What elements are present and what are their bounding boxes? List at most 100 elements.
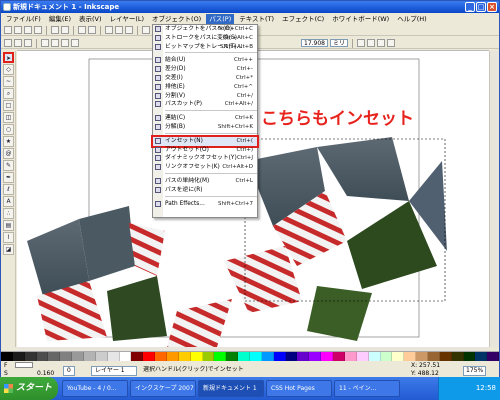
menu-item[interactable]: Path Effects... Shift+Ctrl+7: [153, 200, 257, 209]
star-tool-icon[interactable]: ★: [3, 136, 14, 147]
copy-icon[interactable]: [105, 26, 113, 34]
rotate-ccw-icon[interactable]: [41, 39, 49, 47]
move-pattern-icon[interactable]: [387, 39, 396, 47]
new-icon[interactable]: [4, 26, 12, 34]
scale-corners-icon[interactable]: [367, 39, 376, 47]
rotate-cw-icon[interactable]: [51, 39, 59, 47]
fill-swatch[interactable]: [15, 362, 33, 368]
layer-select[interactable]: レイヤー 1: [91, 366, 137, 376]
cut-icon[interactable]: [115, 26, 123, 34]
menu-4[interactable]: オブジェクト(O): [149, 14, 204, 24]
pencil-tool-icon[interactable]: ✎: [3, 160, 14, 171]
export-icon[interactable]: [61, 26, 69, 34]
palette-swatch[interactable]: [439, 352, 452, 361]
palette-swatch[interactable]: [261, 352, 274, 361]
select-all-icon[interactable]: [4, 39, 12, 47]
menu-item[interactable]: ビットマップをトレース(T)... Shift+Alt+B: [153, 43, 257, 52]
palette-swatch[interactable]: [226, 352, 239, 361]
palette-swatch[interactable]: [333, 352, 345, 361]
palette-swatch[interactable]: [12, 352, 25, 361]
menu-item[interactable]: ダイナミックオフセット(Y) Ctrl+J: [153, 154, 257, 163]
tweak-tool-icon[interactable]: ~: [3, 76, 14, 87]
menu-2[interactable]: 表示(V): [76, 14, 105, 24]
text-tool-icon[interactable]: A: [3, 196, 14, 207]
menu-item[interactable]: 排他(E) Ctrl+^: [153, 83, 257, 92]
palette-swatch[interactable]: [273, 352, 286, 361]
palette-swatch[interactable]: [24, 352, 37, 361]
zoom-selection-icon[interactable]: [142, 26, 150, 34]
menu-5[interactable]: パス(P): [206, 13, 235, 24]
menu-item[interactable]: 差分(D) Ctrl+-: [153, 65, 257, 74]
palette-swatch[interactable]: [344, 352, 357, 361]
palette-swatch[interactable]: [309, 352, 322, 361]
palette-swatch[interactable]: [392, 352, 405, 361]
menu-8[interactable]: ホワイトボード(W): [329, 14, 392, 24]
palette-swatch[interactable]: [380, 352, 393, 361]
menu-item[interactable]: 交差(I) Ctrl+*: [153, 74, 257, 83]
palette-swatch[interactable]: [167, 352, 179, 361]
palette-swatch[interactable]: [404, 352, 417, 361]
palette-swatch[interactable]: [119, 352, 132, 361]
close-button[interactable]: ×: [487, 2, 497, 12]
menu-item[interactable]: オブジェクトをパスへ(O) Shift+Ctrl+C: [153, 25, 257, 34]
spray-tool-icon[interactable]: ∴: [3, 208, 14, 219]
palette-swatch[interactable]: [1, 352, 13, 361]
zoom-tool-icon[interactable]: ⌕: [3, 88, 14, 99]
palette-swatch[interactable]: [368, 352, 381, 361]
move-gradient-icon[interactable]: [377, 39, 386, 47]
palette-swatch[interactable]: [475, 352, 488, 361]
flip-vertical-icon[interactable]: [71, 39, 79, 47]
redo-icon[interactable]: [88, 26, 96, 34]
menu-item[interactable]: 連結(C) Ctrl+K: [153, 114, 257, 123]
scale-stroke-icon[interactable]: [357, 39, 366, 47]
pen-tool-icon[interactable]: ✒: [3, 172, 14, 183]
menu-item[interactable]: アウトセット(O) Ctrl+): [153, 146, 257, 155]
vertical-scrollbar[interactable]: [489, 51, 499, 347]
print-icon[interactable]: [34, 26, 42, 34]
import-icon[interactable]: [51, 26, 59, 34]
node-tool-icon[interactable]: ◇: [3, 64, 14, 75]
palette-swatch[interactable]: [84, 352, 96, 361]
palette-swatch[interactable]: [427, 352, 440, 361]
paint-bucket-tool-icon[interactable]: ◪: [3, 244, 14, 255]
menu-7[interactable]: エフェクト(C): [279, 14, 327, 24]
menu-item[interactable]: パスの単純化(M) Ctrl+L: [153, 177, 257, 186]
start-button[interactable]: スタート: [0, 377, 58, 400]
palette-swatch[interactable]: [356, 352, 369, 361]
gradient-tool-icon[interactable]: ▤: [3, 220, 14, 231]
palette-swatch[interactable]: [178, 352, 191, 361]
unit-select[interactable]: ミリ: [330, 39, 349, 47]
taskbar-button[interactable]: インクスケープ 2007: [130, 380, 196, 397]
calligraphy-tool-icon[interactable]: ℓ: [3, 184, 14, 195]
menu-item[interactable]: パスを逆に(R): [153, 186, 257, 195]
menu-0[interactable]: ファイル(F): [3, 14, 44, 24]
opacity-field[interactable]: 0: [63, 366, 75, 376]
palette-swatch[interactable]: [190, 352, 203, 361]
selector-tool-icon[interactable]: ➤: [3, 52, 14, 63]
menu-item[interactable]: 分解(B) Shift+Ctrl+K: [153, 123, 257, 132]
palette-swatch[interactable]: [463, 352, 476, 361]
save-icon[interactable]: [24, 26, 32, 34]
palette-swatch[interactable]: [48, 352, 61, 361]
palette-swatch[interactable]: [297, 352, 310, 361]
flip-horizontal-icon[interactable]: [61, 39, 69, 47]
taskbar-button[interactable]: 新規ドキュメント 1: [198, 380, 264, 397]
minimize-button[interactable]: _: [465, 2, 475, 12]
menu-item[interactable]: パスカット(P) Ctrl+Alt+/: [153, 100, 257, 109]
menu-item[interactable]: ストロークをパスに変換(S) Ctrl+Alt+C: [153, 34, 257, 43]
select-all-layers-icon[interactable]: [14, 39, 22, 47]
palette-swatch[interactable]: [36, 352, 49, 361]
palette-swatch[interactable]: [202, 352, 215, 361]
palette-swatch[interactable]: [250, 352, 262, 361]
palette-swatch[interactable]: [487, 352, 500, 361]
palette-swatch[interactable]: [285, 352, 298, 361]
dropper-tool-icon[interactable]: ⌇: [3, 232, 14, 243]
taskbar-button[interactable]: 11 - ペイン...: [334, 380, 400, 397]
palette-swatch[interactable]: [107, 352, 120, 361]
palette-swatch[interactable]: [60, 352, 73, 361]
palette-swatch[interactable]: [451, 352, 464, 361]
palette-swatch[interactable]: [416, 352, 428, 361]
menu-item[interactable]: 分割(V) Ctrl+/: [153, 92, 257, 101]
zoom-field[interactable]: 175%: [463, 366, 487, 376]
taskbar-button[interactable]: CSS Hot Pages: [266, 380, 332, 397]
